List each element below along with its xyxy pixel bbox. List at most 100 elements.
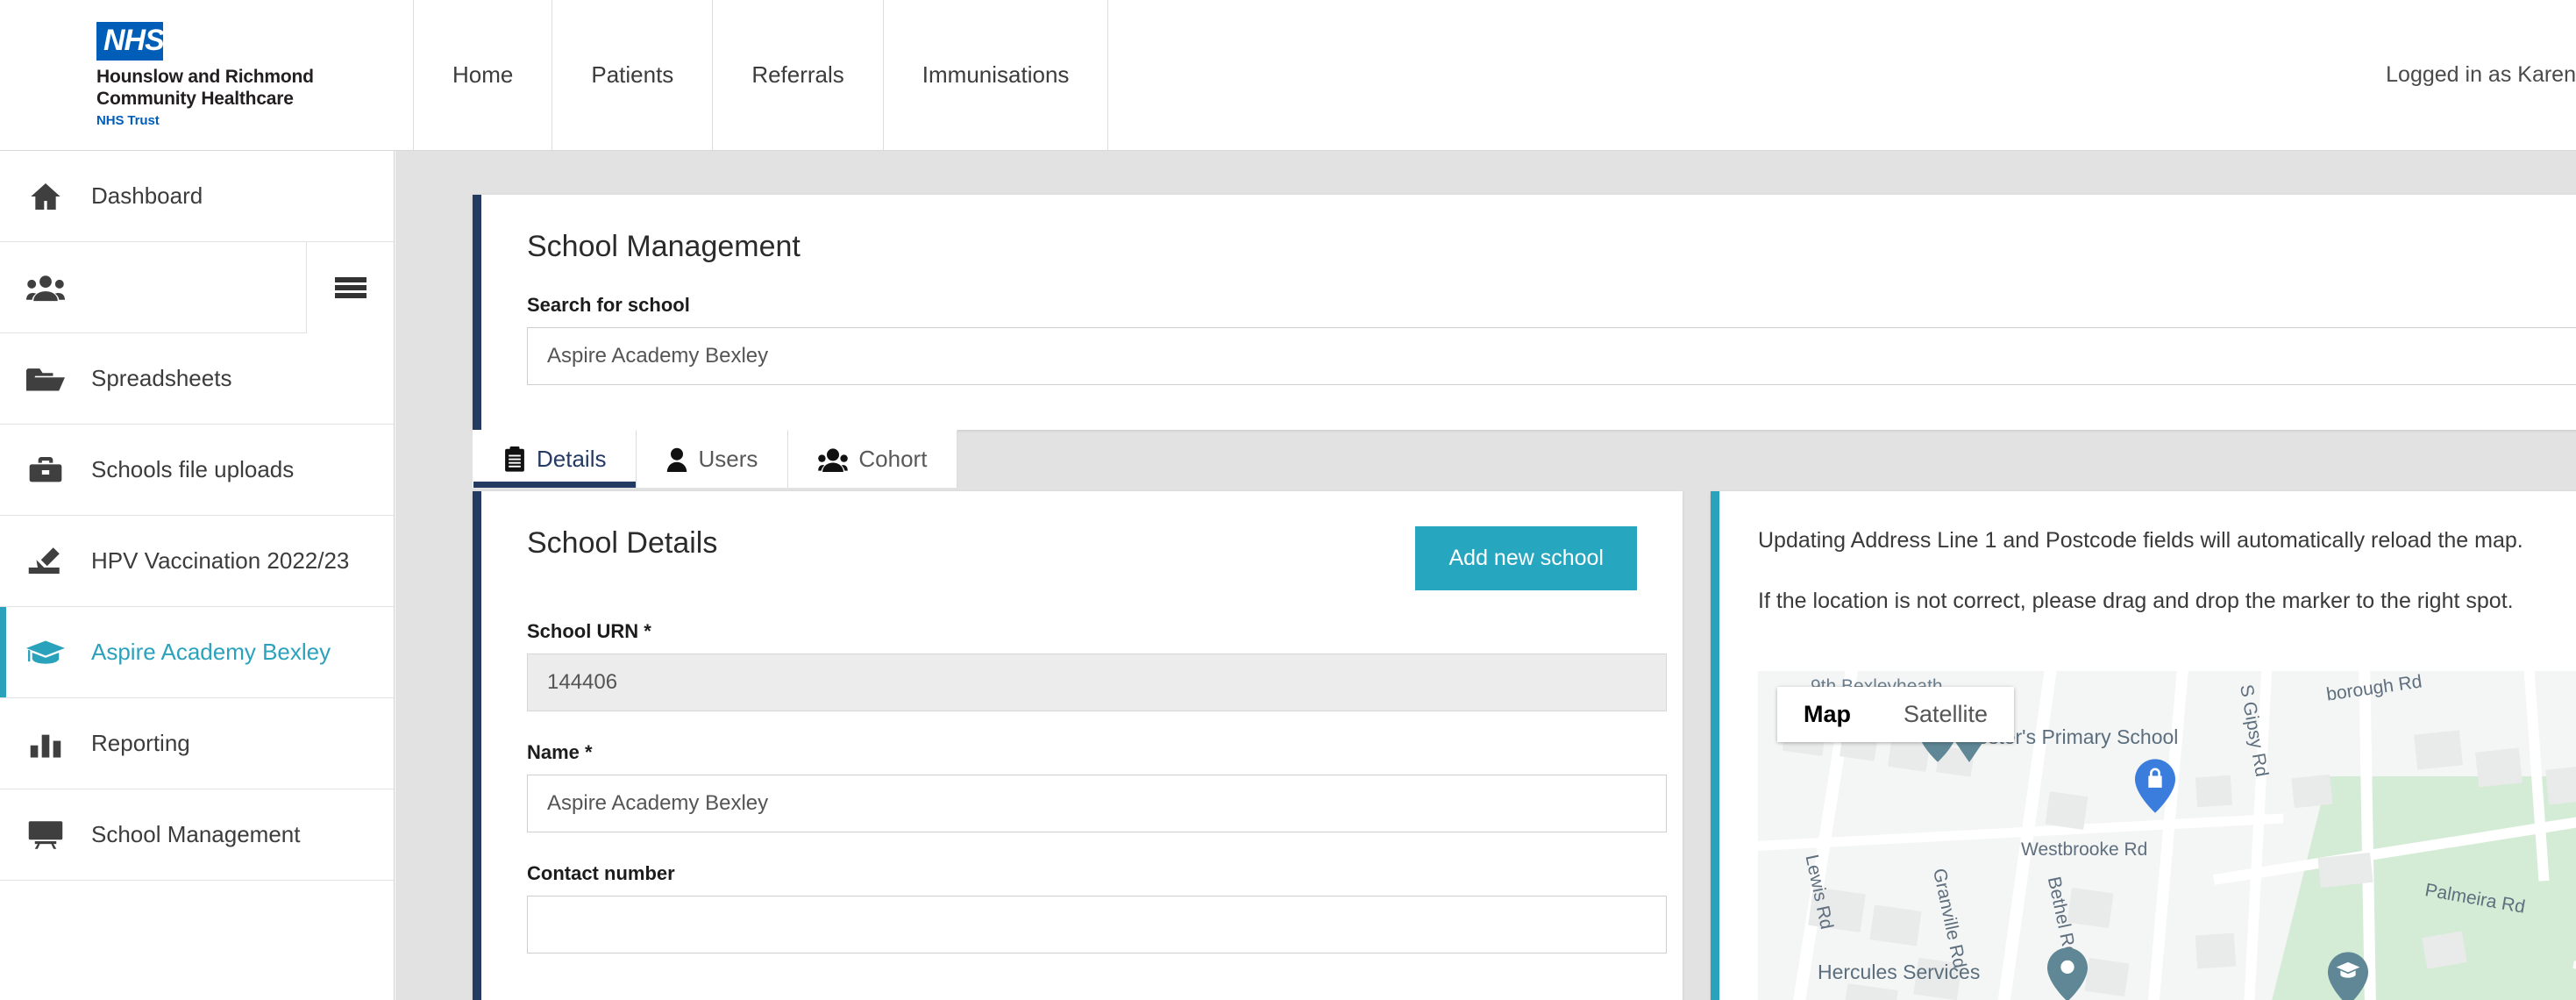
hamburger-icon [335,275,366,301]
school-management-panel: School Management Search for school Aspi… [473,195,2576,430]
school-details-panel: School Details Add new school School URN… [473,491,1683,1000]
map-note-drag-marker: If the location is not correct, please d… [1719,554,2576,614]
active-accent-bar [0,242,6,332]
map-building [2085,958,2130,996]
folder-open-icon [0,363,91,395]
map-building [1844,983,1898,1000]
active-accent-bar [0,789,6,880]
school-marker-aspire[interactable] [2328,952,2368,1000]
school-urn-input[interactable]: 144406 [527,654,1667,711]
sidebar-item-aspire-academy-bexley[interactable]: Aspire Academy Bexley [0,607,394,698]
tab-label: Cohort [858,446,927,473]
topnav-item-referrals[interactable]: Referrals [713,0,883,150]
clipboard-icon [503,446,526,473]
map-park-area [2240,776,2576,1000]
top-navigation: Home Patients Referrals Immunisations [414,0,1108,150]
map-type-map-button[interactable]: Map [1777,687,1877,742]
contact-number-label: Contact number [481,862,1683,885]
place-marker-hercules[interactable] [2047,947,2088,1000]
main-content: School Management Search for school Aspi… [395,151,2576,1000]
trust-name-line1: Hounslow and Richmond [96,67,413,89]
school-urn-label: School URN * [481,620,1683,643]
briefcase-icon [0,454,91,486]
trust-subtitle: NHS Trust [96,113,413,128]
map-building [1869,904,1921,946]
map-building [2046,791,2089,830]
tab-users[interactable]: Users [637,430,788,488]
sidebar-item-reporting[interactable]: Reporting [0,698,394,789]
home-icon [0,179,91,214]
tab-label: Users [698,446,758,473]
sidebar-item-label: Schools file uploads [91,456,294,483]
sidebar-item-school-management[interactable]: School Management [0,789,394,881]
user-icon [666,447,687,472]
topnav-item-patients[interactable]: Patients [552,0,713,150]
sidebar-item-hpv-vaccination[interactable]: HPV Vaccination 2022/23 [0,516,394,607]
shop-marker[interactable] [2135,759,2175,813]
active-accent-bar [0,607,6,697]
sidebar-item-label: School Management [91,821,300,848]
active-accent-bar [0,151,6,241]
map-label-westbrooke-rd: Westbrooke Rd [2021,839,2147,861]
tab-label: Details [537,446,606,473]
sidebar-item-label: HPV Vaccination 2022/23 [91,547,349,575]
app-header: NHS Hounslow and Richmond Community Heal… [0,0,2576,151]
sidebar-menu-toggle-button[interactable] [306,242,394,333]
map-building [2195,933,2237,969]
search-school-input[interactable]: Aspire Academy Bexley [527,327,2576,385]
header-spacer [1108,0,2386,150]
users-group-icon [818,447,848,472]
contact-number-input[interactable] [527,896,1667,954]
nhs-logo: NHS [96,22,163,61]
map-road [2134,671,2191,1000]
search-for-school-label: Search for school [481,294,2576,317]
topnav-item-home[interactable]: Home [414,0,552,150]
trust-name-line2: Community Healthcare [96,89,413,111]
field-contact-number: Contact number [481,862,1683,954]
school-details-header: School Details Add new school [481,491,1683,590]
map-building [2545,765,2576,804]
field-school-urn: School URN * 144406 [481,620,1683,711]
map-canvas[interactable]: Map Satellite Fo [1758,671,2576,1000]
map-note-reload: Updating Address Line 1 and Postcode fie… [1719,491,2576,554]
map-building [2317,853,2373,888]
map-building [2291,775,2332,808]
tab-details[interactable]: Details [473,430,637,488]
map-type-control: Map Satellite [1777,687,2014,742]
school-details-title: School Details [527,526,717,561]
sidebar: Dashboard Spreadsheets Schools fi [0,151,395,1000]
topnav-item-immunisations[interactable]: Immunisations [884,0,1109,150]
sidebar-item-users[interactable] [0,242,394,333]
brand-block: NHS Hounslow and Richmond Community Heal… [0,0,414,150]
logged-in-user: Logged in as Karen [2386,0,2576,150]
sidebar-item-label: Spreadsheets [91,365,231,392]
field-name: Name * Aspire Academy Bexley [481,741,1683,832]
sidebar-item-dashboard[interactable]: Dashboard [0,151,394,242]
graduation-cap-icon [0,638,91,668]
bar-chart-icon [0,728,91,760]
chalkboard-icon [0,820,91,850]
active-accent-bar [0,516,6,606]
trust-name: Hounslow and Richmond Community Healthca… [96,67,413,111]
sidebar-item-schools-file-uploads[interactable]: Schools file uploads [0,425,394,516]
tab-cohort[interactable]: Cohort [788,430,957,488]
users-icon [0,270,91,305]
syringe-icon [0,546,91,577]
map-panel: Updating Address Line 1 and Postcode fie… [1711,491,2576,1000]
map-building [2195,775,2232,808]
add-new-school-button[interactable]: Add new school [1415,526,1637,590]
map-type-satellite-button[interactable]: Satellite [1877,687,2014,742]
detail-tabs: Details Users Cohort [473,430,957,488]
sidebar-item-spreadsheets[interactable]: Spreadsheets [0,333,394,425]
map-building [2475,747,2523,787]
map-building [2414,730,2463,769]
active-accent-bar [0,333,6,424]
map-building [2067,888,2113,928]
name-label: Name * [481,741,1683,764]
active-accent-bar [0,698,6,789]
page-title: School Management [481,195,2576,264]
sidebar-item-label: Reporting [91,730,190,757]
sidebar-item-label: Dashboard [91,182,203,210]
name-input[interactable]: Aspire Academy Bexley [527,775,1667,832]
active-accent-bar [0,425,6,515]
